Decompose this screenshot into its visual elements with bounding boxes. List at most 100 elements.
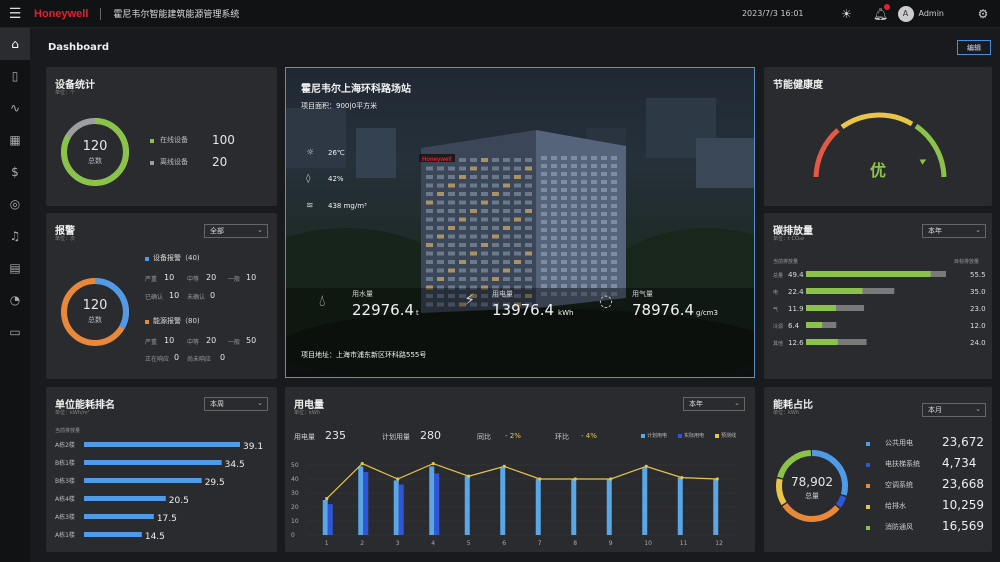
share-filter-select[interactable]: 本月 ⌄ [922,403,986,417]
card-unit: 单位：t CO₂e [773,236,805,242]
share-legend-value: 10,259 [942,498,984,512]
building-window [503,166,510,171]
gas-number: 78976.4 [632,301,695,319]
x-tick-label: 5 [467,540,471,547]
y-tick-label: 40 [291,476,299,483]
building-window [561,252,567,256]
alarm-bell-icon[interactable]: ♫ [0,220,30,252]
building-window [437,192,444,196]
x-tick-label: 3 [396,540,400,547]
building-window [601,156,607,160]
energy-serious-value: 10 [164,336,175,345]
share-legend-value: 16,569 [942,519,984,533]
building-window [492,209,499,213]
home-icon[interactable]: ⌂ [0,28,30,60]
building-window [611,244,617,248]
forecast-point [680,476,684,480]
building-window [492,183,499,188]
building-window [481,234,488,239]
building-window [551,284,557,288]
electricity-value: 13976.4 kWh [492,301,573,319]
building-window [571,156,577,160]
building-window [437,183,444,188]
building-window [581,172,587,176]
building-window [481,251,488,256]
building-window [541,220,547,224]
forecast-point [715,477,719,481]
plan-bar [535,479,541,535]
building-window [551,204,557,208]
building-window [525,234,532,239]
chevron-down-icon: ⌄ [975,405,981,413]
menu-icon[interactable]: ☰ [0,6,30,22]
building-window [591,180,597,184]
online-label: 在线设备 [160,136,188,144]
top-bar: ☰ Honeywell 霍尼韦尔智能建筑能源管理系统 2023/7/3 16:0… [0,0,1000,28]
building-window [571,284,577,288]
building-window [551,212,557,216]
building-window [561,284,567,288]
edit-button[interactable]: 编辑 [957,40,991,55]
power-filter-select[interactable]: 本年 ⌄ [683,397,745,411]
device-unconfirmed-label: 未确认 [187,294,206,301]
ranking-filter-select[interactable]: 本周 ⌄ [204,397,268,411]
building-window [551,164,557,168]
plan-bar [464,476,470,535]
gas-unit: g/cm3 [696,309,718,317]
share-legend-label: 电扶梯系统 [885,460,920,468]
building-window [525,268,532,273]
building-window [611,268,617,272]
online-legend-dot [150,139,154,143]
building-window [470,234,477,239]
carbon-filter-select[interactable]: 本年 ⌄ [922,224,986,238]
building-window [551,268,557,272]
sun-icon[interactable]: ☀ [830,7,864,21]
settings-icon[interactable]: ⚙ [966,7,1000,21]
notification-badge [883,3,890,10]
monitor-icon[interactable]: ▭ [0,316,30,348]
device-stats-card: 设备统计 单位：个 120 总数 在线设备 100 离线设备 20 [46,67,277,206]
ranking-value: 14.5 [145,532,165,542]
user-menu[interactable]: A Admin [897,5,944,22]
share-total-label: 总量 [805,492,819,500]
building-window [561,188,567,192]
ranking-sublabel: 当前排放量 [55,428,81,434]
building-window [481,226,488,230]
grid-icon[interactable]: ▦ [0,124,30,156]
building-window [470,268,477,273]
building-window [551,236,557,240]
line-chart-icon[interactable]: ∿ [0,92,30,124]
building-window [581,156,587,160]
bell-icon[interactable]: 🔔︎ [864,3,898,21]
carbon-current-bar [806,305,837,311]
building-window [525,260,532,264]
legend-actual: 实际用电 [684,433,705,439]
health-gauge [813,112,947,178]
building-window [601,284,607,288]
building-window [459,158,466,162]
document-icon[interactable]: ▤ [0,252,30,284]
select-value: 本月 [928,406,942,414]
plan-value: 280 [420,429,441,442]
alarm-filter-select[interactable]: 全部 ⌄ [204,224,268,238]
building-window [551,228,557,232]
share-legend-value: 23,668 [942,477,984,491]
carbon-current-bar [806,339,838,345]
carbon-chart: 总量 49.4 55.5 电 22.4 35.0 气 11.9 23.0 冷源 6.4 12.0 其他 1… [773,271,986,347]
ranking-label: A栋3楼 [55,513,75,521]
plan-bar [500,467,506,535]
building-window [561,260,567,264]
target-icon[interactable]: ◎ [0,188,30,220]
ranking-value: 34.5 [225,460,245,470]
carbon-target-value: 55.5 [970,271,986,279]
dollar-icon[interactable]: $ [0,156,30,188]
book-icon[interactable]: ▯ [0,60,30,92]
building-window [503,234,510,239]
share-legend-label: 消防通风 [885,523,913,531]
card-unit: 单位：个 [55,90,76,96]
building-window [492,251,499,256]
carbon-category: 其他 [773,340,783,347]
health-grade: 优 [869,161,886,180]
gauge-icon[interactable]: ◔ [0,284,30,316]
building-window [448,260,455,264]
